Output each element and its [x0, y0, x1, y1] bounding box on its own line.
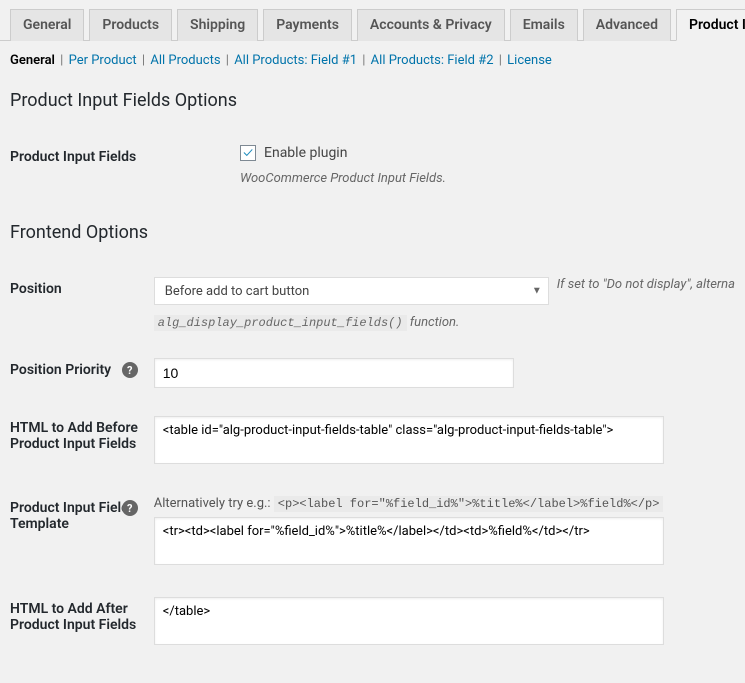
subnav-all-products-field-2[interactable]: All Products: Field #2 — [371, 53, 494, 68]
html-before-textarea[interactable] — [154, 416, 664, 464]
section-heading-frontend: Frontend Options — [10, 222, 735, 243]
position-select[interactable]: Before add to cart button ▼ — [154, 277, 549, 305]
position-hint-suffix: function. — [407, 315, 460, 330]
subnav-license[interactable]: License — [507, 53, 552, 68]
template-alt-prefix: Alternatively try e.g.: — [154, 496, 274, 511]
tab-accounts-privacy[interactable]: Accounts & Privacy — [357, 9, 505, 41]
subsection-nav: General | Per Product | All Products | A… — [0, 41, 745, 68]
tab-product-input-fields[interactable]: Product Input Fields — [676, 9, 745, 41]
subnav-separator: | — [360, 53, 367, 68]
position-hint-code: alg_display_product_input_fields() — [154, 315, 407, 331]
tab-advanced[interactable]: Advanced — [583, 9, 671, 41]
tab-shipping[interactable]: Shipping — [177, 9, 258, 41]
chevron-down-icon: ▼ — [532, 286, 542, 297]
enable-plugin-description: WooCommerce Product Input Fields. — [240, 171, 735, 186]
subnav-separator: | — [58, 53, 65, 68]
section-heading-options: Product Input Fields Options — [10, 90, 735, 111]
enable-plugin-checkbox[interactable]: ✓ — [240, 145, 256, 161]
enable-plugin-row[interactable]: ✓ Enable plugin — [240, 145, 735, 161]
enable-plugin-label: Product Input Fields — [10, 131, 240, 200]
subnav-general[interactable]: General — [10, 53, 55, 68]
position-select-value: Before add to cart button — [165, 284, 310, 299]
template-textarea[interactable] — [154, 517, 664, 565]
subnav-separator: | — [224, 53, 231, 68]
tab-products[interactable]: Products — [89, 9, 172, 41]
subnav-separator: | — [140, 53, 147, 68]
tab-general[interactable]: General — [10, 9, 84, 41]
enable-plugin-checkbox-label: Enable plugin — [264, 145, 347, 161]
position-priority-input[interactable] — [154, 358, 514, 388]
subnav-separator: | — [497, 53, 504, 68]
position-side-description: If set to "Do not display", alterna — [557, 277, 735, 292]
subnav-all-products[interactable]: All Products — [150, 53, 220, 68]
settings-tabs: General Products Shipping Payments Accou… — [0, 0, 745, 41]
position-priority-label: Position Priority — [10, 362, 111, 378]
template-alt-code: <p><label for="%field_id%">%title%</labe… — [274, 496, 664, 512]
tab-emails[interactable]: Emails — [510, 9, 578, 41]
position-label: Position — [10, 263, 154, 344]
help-icon[interactable]: ? — [122, 362, 138, 378]
tab-payments[interactable]: Payments — [263, 9, 352, 41]
subnav-all-products-field-1[interactable]: All Products: Field #1 — [234, 53, 357, 68]
template-label: Product Input Field Template — [10, 500, 129, 532]
help-icon[interactable]: ? — [122, 500, 138, 516]
template-alt-description: Alternatively try e.g.: <p><label for="%… — [154, 496, 735, 511]
subnav-per-product[interactable]: Per Product — [69, 53, 137, 68]
html-after-label: HTML to Add After Product Input Fields — [10, 583, 154, 663]
html-before-label: HTML to Add Before Product Input Fields — [10, 402, 154, 482]
html-after-textarea[interactable] — [154, 597, 664, 645]
